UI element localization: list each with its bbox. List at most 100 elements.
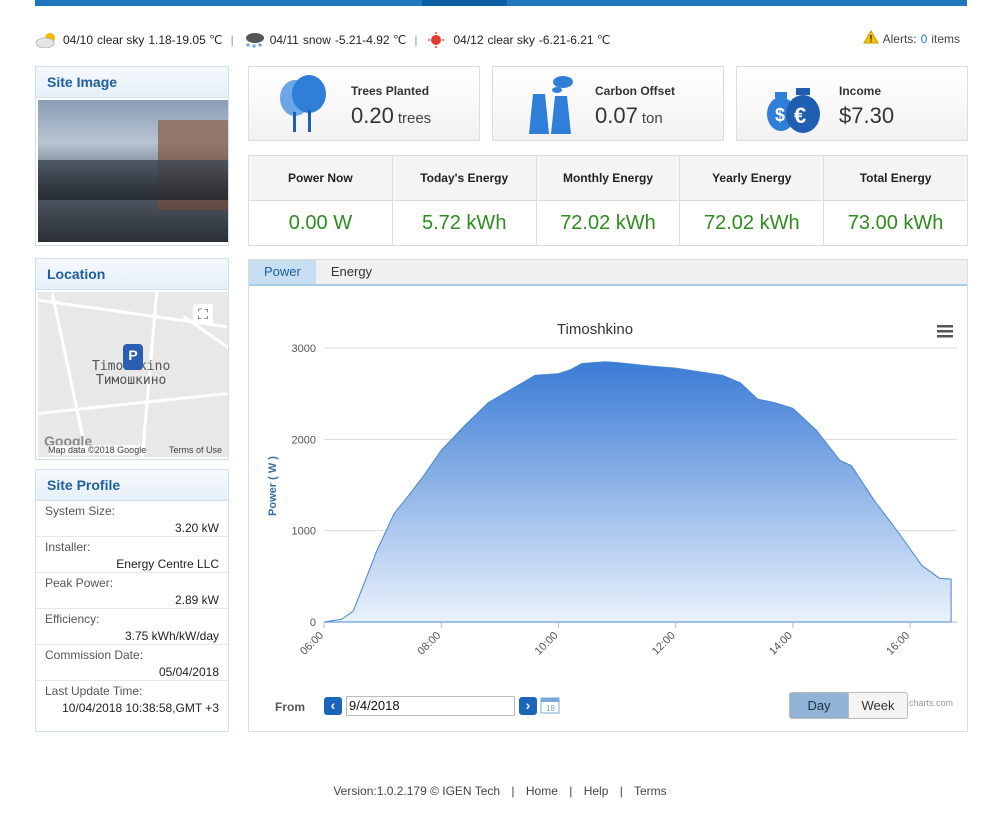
weather-temp: -5.21-4.92 ℃ [334, 33, 407, 47]
energy-col-monthly: Monthly Energy 72.02 kWh [536, 156, 681, 245]
profile-row: Last Update Time: 10/04/2018 10:38:58,GM… [36, 681, 228, 716]
location-panel: Location ⛶ Timoshkino Тимошкино P Google… [35, 258, 229, 460]
version-text: Version:1.0.2.179 © IGEN Tech [333, 784, 501, 798]
card-value: 0.20 trees [351, 103, 431, 129]
weather-day-2: 04/11 snow -5.21-4.92 ℃ [242, 32, 407, 48]
card-number: $7.30 [839, 103, 895, 128]
energy-value: 72.02 kWh [560, 212, 656, 234]
next-date-button[interactable]: › [519, 697, 537, 715]
weather-temp: -6.21-6.21 ℃ [538, 33, 611, 47]
x-tick-label: 06:00 [298, 630, 326, 658]
y-tick-label: 2000 [292, 434, 316, 446]
footer-help-link[interactable]: Help [584, 784, 609, 798]
map-road [50, 293, 89, 456]
date-input[interactable]: 9/4/2018 [346, 696, 515, 716]
energy-col-today: Today's Energy 5.72 kWh [392, 156, 537, 245]
profile-label: Commission Date: [45, 648, 144, 662]
y-tick-label: 0 [310, 617, 316, 629]
weather-separator: | [230, 33, 234, 47]
calendar-icon[interactable]: 18 [540, 696, 560, 714]
energy-header: Today's Energy [392, 156, 536, 201]
site-profile-panel: Site Profile System Size: 3.20 kW Instal… [35, 469, 229, 732]
week-button[interactable]: Week [848, 692, 908, 719]
energy-header: Yearly Energy [680, 156, 824, 201]
trees-planted-card: Trees Planted 0.20 trees [248, 66, 480, 141]
trees-icon [271, 74, 335, 134]
svg-text:$: $ [775, 105, 785, 125]
map-terms-link[interactable]: Terms of Use [169, 445, 222, 455]
weather-date: 04/12 [453, 33, 484, 47]
site-photo-roof [38, 160, 228, 200]
location-map[interactable]: ⛶ Timoshkino Тимошкино P Google Map data… [38, 292, 228, 457]
power-chart-panel: Power Energy 0 1000 2000 3000 06:00 08:00 10:… [248, 259, 968, 732]
from-label: From [275, 700, 305, 714]
map-pin-icon[interactable]: P [123, 344, 143, 370]
weather-forecast: 04/10 clear sky 1.18-19.05 ℃ | 04/11 sno… [35, 30, 610, 50]
tab-energy[interactable]: Energy [316, 260, 387, 284]
carbon-offset-card: Carbon Offset 0.07 ton [492, 66, 724, 141]
weather-day-1: 04/10 clear sky 1.18-19.05 ℃ [35, 32, 223, 49]
energy-col-yearly: Yearly Energy 72.02 kWh [680, 156, 825, 245]
footer-separator: | [511, 784, 515, 798]
previous-date-button[interactable]: ‹ [324, 697, 342, 715]
warning-icon [862, 30, 879, 47]
energy-col-power-now: Power Now 0.00 W [249, 156, 393, 245]
card-title: Carbon Offset [595, 84, 676, 98]
x-tick-label: 12:00 [650, 630, 678, 658]
alerts-suffix: items [931, 31, 960, 46]
card-number: 0.07 [595, 103, 638, 128]
profile-label: Installer: [45, 540, 91, 554]
energy-col-total: Total Energy 73.00 kWh [824, 156, 967, 245]
card-title: Income [839, 84, 882, 98]
alerts-count[interactable]: 0 [921, 32, 928, 46]
active-nav-tab-indicator[interactable] [422, 0, 507, 6]
weather-desc: clear sky [97, 33, 145, 47]
day-button[interactable]: Day [789, 692, 849, 719]
card-unit: ton [641, 110, 663, 127]
weather-temp: 1.18-19.05 ℃ [148, 33, 223, 47]
footer-terms-link[interactable]: Terms [634, 784, 667, 798]
site-profile-title: Site Profile [36, 470, 228, 501]
footer-home-link[interactable]: Home [526, 784, 558, 798]
site-photo [38, 100, 228, 242]
card-unit: trees [397, 110, 432, 127]
alerts-indicator[interactable]: Alerts: 0 items [862, 30, 960, 47]
y-tick-label: 1000 [292, 526, 316, 538]
profile-row: Peak Power: 2.89 kW [36, 573, 228, 609]
fullscreen-icon[interactable]: ⛶ [193, 304, 213, 324]
profile-label: Peak Power: [45, 576, 114, 590]
alerts-label: Alerts: [882, 31, 917, 46]
energy-value: 5.72 kWh [421, 212, 507, 234]
chart-menu-icon[interactable] [937, 325, 953, 338]
profile-row: Commission Date: 05/04/2018 [36, 645, 228, 681]
location-title: Location [36, 259, 228, 290]
power-area-chart[interactable]: 0 1000 2000 3000 06:00 08:00 10:00 12:00 14:00 1… [249, 288, 965, 690]
y-tick-label: 3000 [292, 343, 316, 355]
weather-separator: | [414, 33, 418, 47]
chart-tabs: Power Energy [249, 260, 967, 286]
profile-row: System Size: 3.20 kW [36, 501, 228, 537]
x-tick-label: 16:00 [884, 630, 912, 658]
energy-summary-table: Power Now 0.00 W Today's Energy 5.72 kWh… [248, 155, 968, 246]
card-value: $7.30 [839, 103, 898, 129]
chart-credits[interactable]: charts.com [909, 698, 953, 708]
income-card: $ € Income $7.30 [736, 66, 968, 141]
money-bags-icon: $ € [759, 74, 823, 134]
nav-bar-line [507, 0, 967, 6]
energy-header: Total Energy [824, 156, 967, 201]
profile-value: Energy Centre LLC [116, 557, 219, 571]
tab-power[interactable]: Power [249, 260, 316, 284]
chart-title: Timoshkino [557, 321, 633, 338]
site-image-title: Site Image [36, 67, 228, 98]
sun-icon [426, 32, 450, 48]
profile-row: Efficiency: 3.75 kWh/kW/day [36, 609, 228, 645]
snow-cloud-icon [242, 32, 266, 48]
energy-header: Monthly Energy [536, 156, 680, 201]
profile-label: Efficiency: [45, 612, 100, 626]
weather-desc: snow [302, 33, 331, 47]
svg-text:€: € [794, 103, 806, 128]
chart-y-axis-label: Power ( W ) [267, 456, 279, 516]
energy-value: 0.00 W [288, 212, 353, 234]
footer: Version:1.0.2.179 © IGEN Tech | Home | H… [0, 784, 1000, 798]
map-place-cyrillic: Тимошкино [95, 373, 167, 388]
